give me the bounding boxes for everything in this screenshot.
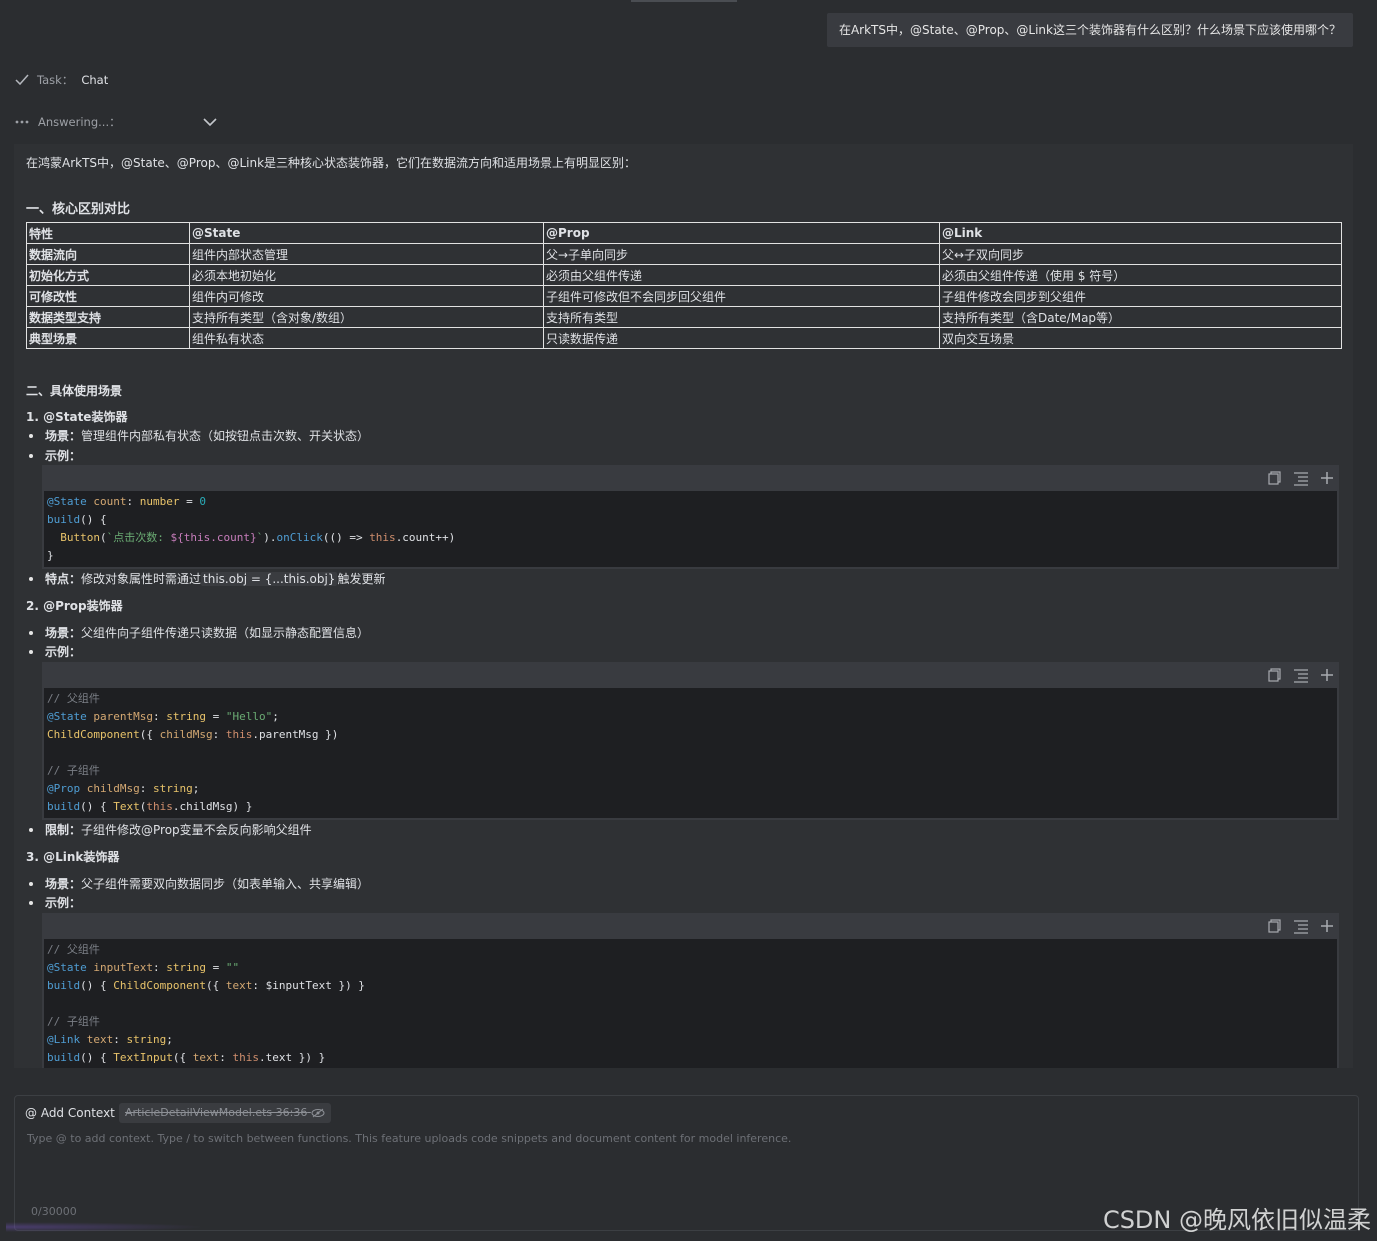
chevron-down-icon[interactable] <box>202 114 218 130</box>
bullet-label: 场景： <box>45 877 82 891</box>
answer-panel: 在鸿蒙ArkTS中，@State、@Prop、@Link是三种核心状态装饰器，它… <box>14 144 1353 1068</box>
table-cell: 组件内部状态管理 <box>189 243 544 265</box>
code-toolbar <box>42 465 1339 491</box>
bullet-label: 示例： <box>45 449 82 463</box>
copy-icon[interactable] <box>1267 667 1283 683</box>
table-cell: 初始化方式 <box>26 264 190 286</box>
table-header-cell: 特性 <box>26 222 190 244</box>
comparison-table: 特性 @State @Prop @Link 数据流向 组件内部状态管理 父→子单… <box>26 222 1342 349</box>
watermark: CSDN @晚风依旧似温柔 <box>1102 1206 1371 1234</box>
table-cell: 组件私有状态 <box>189 327 544 349</box>
bullet-label: 特点： <box>45 572 82 586</box>
table-cell: 数据类型支持 <box>26 306 190 328</box>
table-cell: 组件内可修改 <box>189 285 544 307</box>
list-item: 示例： <box>26 894 81 911</box>
code-content: @State count: number = 0 build() { Butto… <box>44 491 1337 567</box>
table-cell: 支持所有类型 <box>543 306 940 328</box>
bullet-label: 场景： <box>45 626 82 640</box>
section-title: 二、具体使用场景 <box>26 384 123 398</box>
table-cell: 必须本地初始化 <box>189 264 544 286</box>
bullet-text: 管理组件内部私有状态（如按钮点击次数、开关状态） <box>81 429 370 443</box>
context-file-label: ArticleDetailViewModel.ets 36:36 <box>125 1106 308 1119</box>
code-block: // 父组件 @State inputText: string = "" bui… <box>42 913 1339 1068</box>
bullet-text: 子组件修改@Prop变量不会反向影响父组件 <box>81 823 312 837</box>
table-cell: 支持所有类型（含对象/数组） <box>189 306 544 328</box>
code-block: @State count: number = 0 build() { Butto… <box>42 465 1339 569</box>
list-item: 场景： 父组件向子组件传递只读数据（如显示静态配置信息） <box>26 624 369 641</box>
task-row: Task： Chat <box>15 70 108 90</box>
bullet-label: 场景： <box>45 429 82 443</box>
copy-icon[interactable] <box>1267 470 1283 486</box>
bullet-text: 父组件向子组件传递只读数据（如显示静态配置信息） <box>81 626 370 640</box>
table-row: 数据类型支持 支持所有类型（含对象/数组） 支持所有类型 支持所有类型（含Dat… <box>26 306 1342 328</box>
code-toolbar <box>42 662 1339 688</box>
bullet-label: 示例： <box>45 645 82 659</box>
subsection-title: 1. @State装饰器 <box>26 410 128 424</box>
insert-icon[interactable] <box>1319 918 1335 934</box>
table-row: 数据流向 组件内部状态管理 父→子单向同步 父↔子双向同步 <box>26 243 1342 265</box>
check-icon <box>15 74 29 86</box>
section-title: 一、核心区别对比 <box>26 202 131 217</box>
list-item: 示例： <box>26 447 81 464</box>
table-header-cell: @Link <box>939 222 1342 244</box>
table-row: 可修改性 组件内可修改 子组件可修改但不会同步回父组件 子组件修改会同步到父组件 <box>26 285 1342 307</box>
answer-intro: 在鸿蒙ArkTS中，@State、@Prop、@Link是三种核心状态装饰器，它… <box>26 156 637 170</box>
copy-icon[interactable] <box>1267 918 1283 934</box>
list-item: 场景： 管理组件内部私有状态（如按钮点击次数、开关状态） <box>26 427 369 444</box>
table-header-row: 特性 @State @Prop @Link <box>26 222 1342 244</box>
answering-status: Answering...： <box>15 112 121 132</box>
table-cell: 可修改性 <box>26 285 190 307</box>
table-row: 初始化方式 必须本地初始化 必须由父组件传递 必须由父组件传递（使用 $ 符号） <box>26 264 1342 286</box>
code-content: // 父组件 @State parentMsg: string = "Hello… <box>44 688 1337 818</box>
table-cell: 典型场景 <box>26 327 190 349</box>
table-cell: 必须由父组件传递 <box>543 264 940 286</box>
table-cell: 只读数据传递 <box>543 327 940 349</box>
user-message: 在ArkTS中，@State、@Prop、@Link这三个装饰器有什么区别？什么… <box>826 13 1353 47</box>
char-counter: 0/30000 <box>31 1205 77 1218</box>
inline-code: this.obj = {...this.obj} <box>201 571 338 586</box>
context-file-chip[interactable]: ArticleDetailViewModel.ets 36:36 <box>119 1103 331 1123</box>
list-item: 特点： 修改对象属性时需通过 this.obj = {...this.obj} 触发更… <box>26 570 385 587</box>
bullet-text: 触发更新 <box>337 572 386 586</box>
format-icon[interactable] <box>1293 667 1309 683</box>
answering-label: Answering...： <box>38 115 121 129</box>
table-cell: 父→子单向同步 <box>543 243 940 265</box>
task-label: Task： <box>37 73 74 87</box>
code-block: // 父组件 @State parentMsg: string = "Hello… <box>42 662 1339 820</box>
list-item: 场景： 父子组件需要双向数据同步（如表单输入、共享编辑） <box>26 875 369 892</box>
format-icon[interactable] <box>1293 470 1309 486</box>
code-content: // 父组件 @State inputText: string = "" bui… <box>44 939 1337 1068</box>
table-cell: 子组件修改会同步到父组件 <box>939 285 1342 307</box>
table-cell: 双向交互场景 <box>939 327 1342 349</box>
bullet-label: 示例： <box>45 896 82 910</box>
table-cell: 必须由父组件传递（使用 $ 符号） <box>939 264 1342 286</box>
add-context-button[interactable]: @ Add Context <box>25 1104 115 1122</box>
table-cell: 数据流向 <box>26 243 190 265</box>
table-header-cell: @Prop <box>543 222 940 244</box>
chat-input-placeholder[interactable]: Type @ to add context. Type / to switch … <box>27 1132 791 1145</box>
insert-icon[interactable] <box>1319 470 1335 486</box>
input-glow <box>6 1222 206 1232</box>
bullet-text: 父子组件需要双向数据同步（如表单输入、共享编辑） <box>81 877 370 891</box>
dots-icon <box>15 120 29 124</box>
list-item: 限制： 子组件修改@Prop变量不会反向影响父组件 <box>26 821 312 838</box>
list-item: 示例： <box>26 643 81 660</box>
subsection-title: 3. @Link装饰器 <box>26 850 120 864</box>
bullet-text: 修改对象属性时需通过 <box>81 572 202 586</box>
table-row: 典型场景 组件私有状态 只读数据传递 双向交互场景 <box>26 327 1342 349</box>
subsection-title: 2. @Prop装饰器 <box>26 599 123 613</box>
bullet-label: 限制： <box>45 823 82 837</box>
code-toolbar <box>42 913 1339 939</box>
task-value: Chat <box>81 73 109 87</box>
table-header-cell: @State <box>189 222 544 244</box>
table-cell: 父↔子双向同步 <box>939 243 1342 265</box>
insert-icon[interactable] <box>1319 667 1335 683</box>
table-cell: 子组件可修改但不会同步回父组件 <box>543 285 940 307</box>
format-icon[interactable] <box>1293 918 1309 934</box>
eye-off-icon[interactable] <box>311 1108 325 1118</box>
top-tab-indicator <box>631 0 737 2</box>
table-cell: 支持所有类型（含Date/Map等） <box>939 306 1342 328</box>
